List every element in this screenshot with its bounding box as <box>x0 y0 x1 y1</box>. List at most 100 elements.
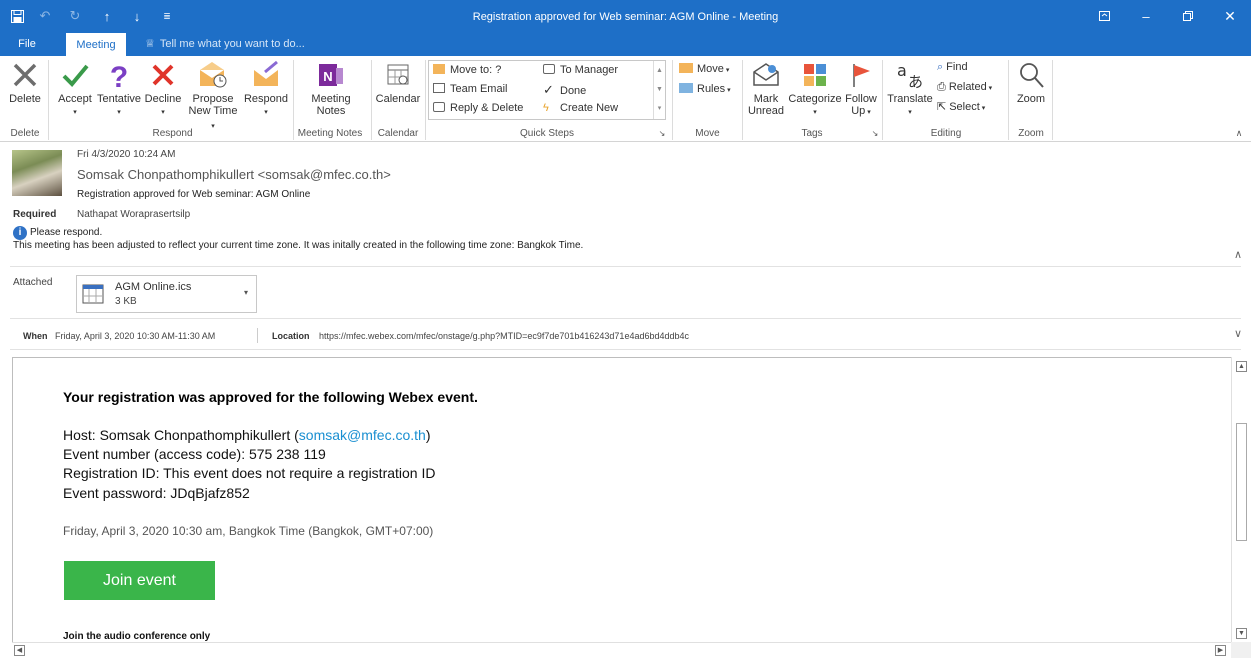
mark-unread-button[interactable]: Mark Unread <box>746 56 786 126</box>
email-icon <box>433 83 445 93</box>
quick-step-move-to[interactable]: Move to: ? <box>433 62 501 79</box>
meeting-header: Fri 4/3/2020 10:24 AM Somsak Chonpathomp… <box>0 142 1251 352</box>
minimize-button[interactable]: – <box>1125 0 1167 32</box>
location-value[interactable]: https://mfec.webex.com/mfec/onstage/g.ph… <box>319 331 689 341</box>
required-attendee[interactable]: Nathapat Woraprasertsilp <box>77 209 190 220</box>
propose-new-time-button[interactable]: Propose New Time ▾ <box>188 56 238 130</box>
scrollbar-corner <box>1231 642 1251 658</box>
group-separator <box>1008 60 1009 140</box>
group-label-delete: Delete <box>10 128 40 139</box>
expand-details-icon[interactable]: ∨ <box>1234 327 1242 340</box>
reply-delete-icon <box>433 102 445 112</box>
divider <box>10 266 1241 267</box>
quick-step-reply-delete[interactable]: Reply & Delete <box>433 100 523 117</box>
host-email-link[interactable]: somsak@mfec.co.th <box>299 427 426 443</box>
svg-text:a: a <box>897 61 907 80</box>
message-body: Your registration was approved for the f… <box>13 358 1231 643</box>
customize-toolbar-icon[interactable]: ≣ <box>152 0 182 32</box>
undo-icon[interactable]: ↶ <box>30 0 60 32</box>
down-arrow-icon[interactable]: ↓ <box>122 0 152 32</box>
collapse-ribbon-icon[interactable]: ∧ <box>1233 126 1245 141</box>
redo-icon[interactable]: ↻ <box>60 0 90 32</box>
attachment-card[interactable]: AGM Online.ics 3 KB ▾ <box>76 275 257 313</box>
quick-step-done[interactable]: ✓ Done <box>543 81 586 98</box>
quick-steps-launcher-icon[interactable]: ↘ <box>657 126 667 141</box>
join-event-button[interactable]: Join event <box>64 561 215 600</box>
rules-button[interactable]: Rules ▾ <box>679 80 731 98</box>
calendar-button[interactable]: Calendar <box>373 56 423 126</box>
quick-step-to-manager[interactable]: To Manager <box>543 62 618 79</box>
title-bar: ↶ ↻ ↑ ↓ ≣ Registration approved for Web … <box>0 0 1251 32</box>
folder-icon <box>433 64 445 74</box>
scroll-up-icon[interactable]: ▲ <box>1236 361 1247 372</box>
mark-unread-icon <box>753 63 779 86</box>
related-button[interactable]: ⎙ Related ▾ <box>937 78 992 96</box>
lightbulb-icon: ♕ <box>145 38 155 50</box>
magnifier-icon: ⌕ <box>937 61 944 73</box>
save-icon[interactable] <box>2 0 32 32</box>
decline-button[interactable]: Decline ▾ <box>143 56 183 126</box>
scroll-thumb[interactable] <box>1236 423 1247 541</box>
up-arrow-icon[interactable]: ↑ <box>92 0 122 32</box>
group-label-meeting-notes: Meeting Notes <box>297 128 363 139</box>
categorize-button[interactable]: Categorize ▾ <box>787 56 843 126</box>
group-label-respond: Respond <box>152 128 193 139</box>
quick-steps-scroll[interactable]: ▲ ▼ ▾ <box>653 61 665 119</box>
tab-file[interactable]: File <box>13 32 41 56</box>
group-separator <box>1052 60 1053 140</box>
subject: Registration approved for Web seminar: A… <box>77 189 311 200</box>
close-button[interactable]: ✕ <box>1209 0 1251 32</box>
tags-launcher-icon[interactable]: ↘ <box>870 126 880 141</box>
horizontal-scrollbar[interactable]: ◀ ▶ <box>12 642 1231 658</box>
ribbon-tabs: File Meeting ♕ Tell me what you want to d… <box>0 32 1251 56</box>
when-value: Friday, April 3, 2020 10:30 AM-11:30 AM <box>55 331 216 341</box>
select-button[interactable]: ⇱ Select ▾ <box>937 98 985 116</box>
follow-up-button[interactable]: Follow Up ▾ <box>844 56 878 126</box>
collapse-header-icon[interactable]: ∧ <box>1234 248 1242 261</box>
event-password: Event password: JDqBjafz852 <box>63 485 250 501</box>
delete-button[interactable]: Delete <box>6 56 44 126</box>
divider <box>10 318 1241 319</box>
avatar <box>12 150 62 196</box>
translate-icon: aあ <box>897 61 923 90</box>
respond-button[interactable]: Respond ▾ <box>242 56 290 126</box>
move-button[interactable]: Move ▾ <box>679 60 729 78</box>
tentative-button[interactable]: ? Tentative ▾ <box>96 56 142 126</box>
scroll-right-icon[interactable]: ▶ <box>1215 645 1226 656</box>
attachment-size: 3 KB <box>115 296 137 307</box>
respond-envelope-icon <box>254 60 278 86</box>
scroll-down-icon[interactable]: ▼ <box>1236 628 1247 639</box>
forward-icon <box>543 64 555 74</box>
info-icon: i <box>13 226 27 240</box>
svg-text:?: ? <box>110 61 128 90</box>
meeting-notes-button[interactable]: N Meeting Notes <box>299 56 363 126</box>
restore-button[interactable] <box>1167 0 1209 32</box>
window-title: Registration approved for Web seminar: A… <box>472 11 779 23</box>
lightning-icon: ϟ <box>543 102 549 114</box>
zoom-button[interactable]: Zoom <box>1012 56 1050 126</box>
ribbon-display-options-icon[interactable] <box>1083 0 1125 32</box>
vertical-scrollbar[interactable]: ▲ ▼ <box>1231 357 1251 642</box>
find-button[interactable]: ⌕ Find <box>937 58 968 76</box>
group-label-move: Move <box>695 128 720 139</box>
message-body-frame: Your registration was approved for the f… <box>12 357 1231 658</box>
attachment-dropdown-icon[interactable]: ▾ <box>244 288 248 297</box>
audio-heading: Join the audio conference only <box>63 631 211 642</box>
cursor-icon: ⇱ <box>937 101 947 113</box>
zoom-magnifier-icon <box>1020 63 1044 88</box>
onenote-icon: N <box>319 64 343 86</box>
group-label-tags: Tags <box>801 128 823 139</box>
group-separator <box>371 60 372 140</box>
ribbon: Delete Delete Accept ▾ ? Tentative ▾ Decli… <box>0 56 1251 142</box>
quick-step-team-email[interactable]: Team Email <box>433 81 507 98</box>
scroll-left-icon[interactable]: ◀ <box>14 645 25 656</box>
quick-step-create-new[interactable]: ϟ Create New <box>543 100 618 117</box>
attachment-name: AGM Online.ics <box>115 281 192 293</box>
translate-button[interactable]: aあ Translate ▾ <box>886 56 934 126</box>
svg-text:あ: あ <box>908 73 923 90</box>
tab-meeting[interactable]: Meeting <box>66 33 126 56</box>
accept-button[interactable]: Accept ▾ <box>55 56 95 126</box>
sender[interactable]: Somsak Chonpathomphikullert <somsak@mfec… <box>77 167 391 182</box>
move-folder-icon <box>679 63 693 73</box>
tell-me-box[interactable]: ♕ Tell me what you want to do... <box>145 32 305 56</box>
